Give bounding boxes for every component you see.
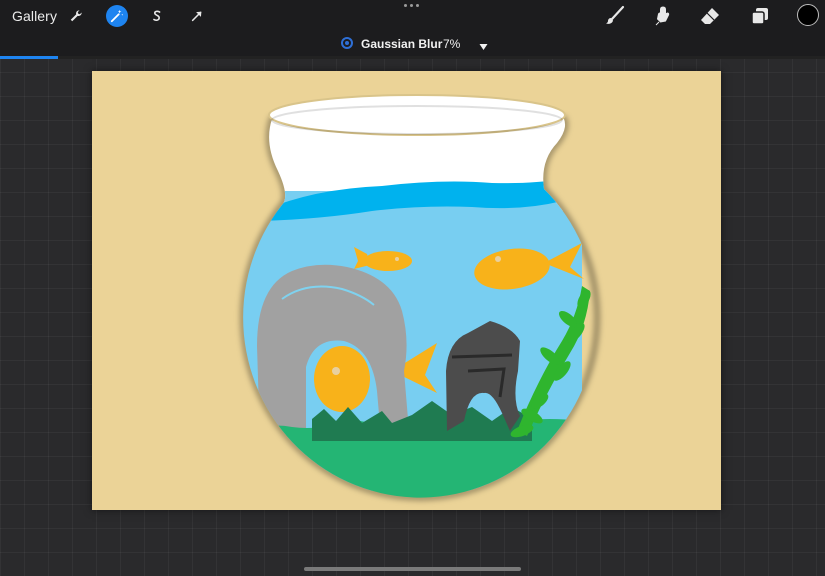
smudge-icon[interactable] [651,5,673,27]
transform-arrow-icon[interactable] [186,5,208,27]
more-options-icon[interactable] [404,4,419,7]
adjustment-value: 7% [443,37,461,51]
brush-icon[interactable] [604,5,626,27]
selection-icon[interactable] [146,5,168,27]
blur-level-fill [0,56,58,59]
home-indicator[interactable] [304,567,521,571]
layers-icon[interactable] [749,5,771,27]
color-picker-swatch[interactable] [797,4,819,26]
fishbowl-illustration [240,94,601,501]
top-toolbar: Gallery [0,0,825,31]
magic-wand-icon[interactable] [106,5,128,27]
drawing-canvas[interactable] [92,71,721,510]
gallery-button[interactable]: Gallery [12,8,57,24]
caret-down-icon[interactable] [479,38,488,56]
gaussian-blur-icon [341,37,353,49]
adjustment-name[interactable]: Gaussian Blur [361,37,442,51]
eraser-icon[interactable] [699,5,721,27]
wrench-icon[interactable] [65,5,87,27]
blur-level-track[interactable] [0,56,825,59]
